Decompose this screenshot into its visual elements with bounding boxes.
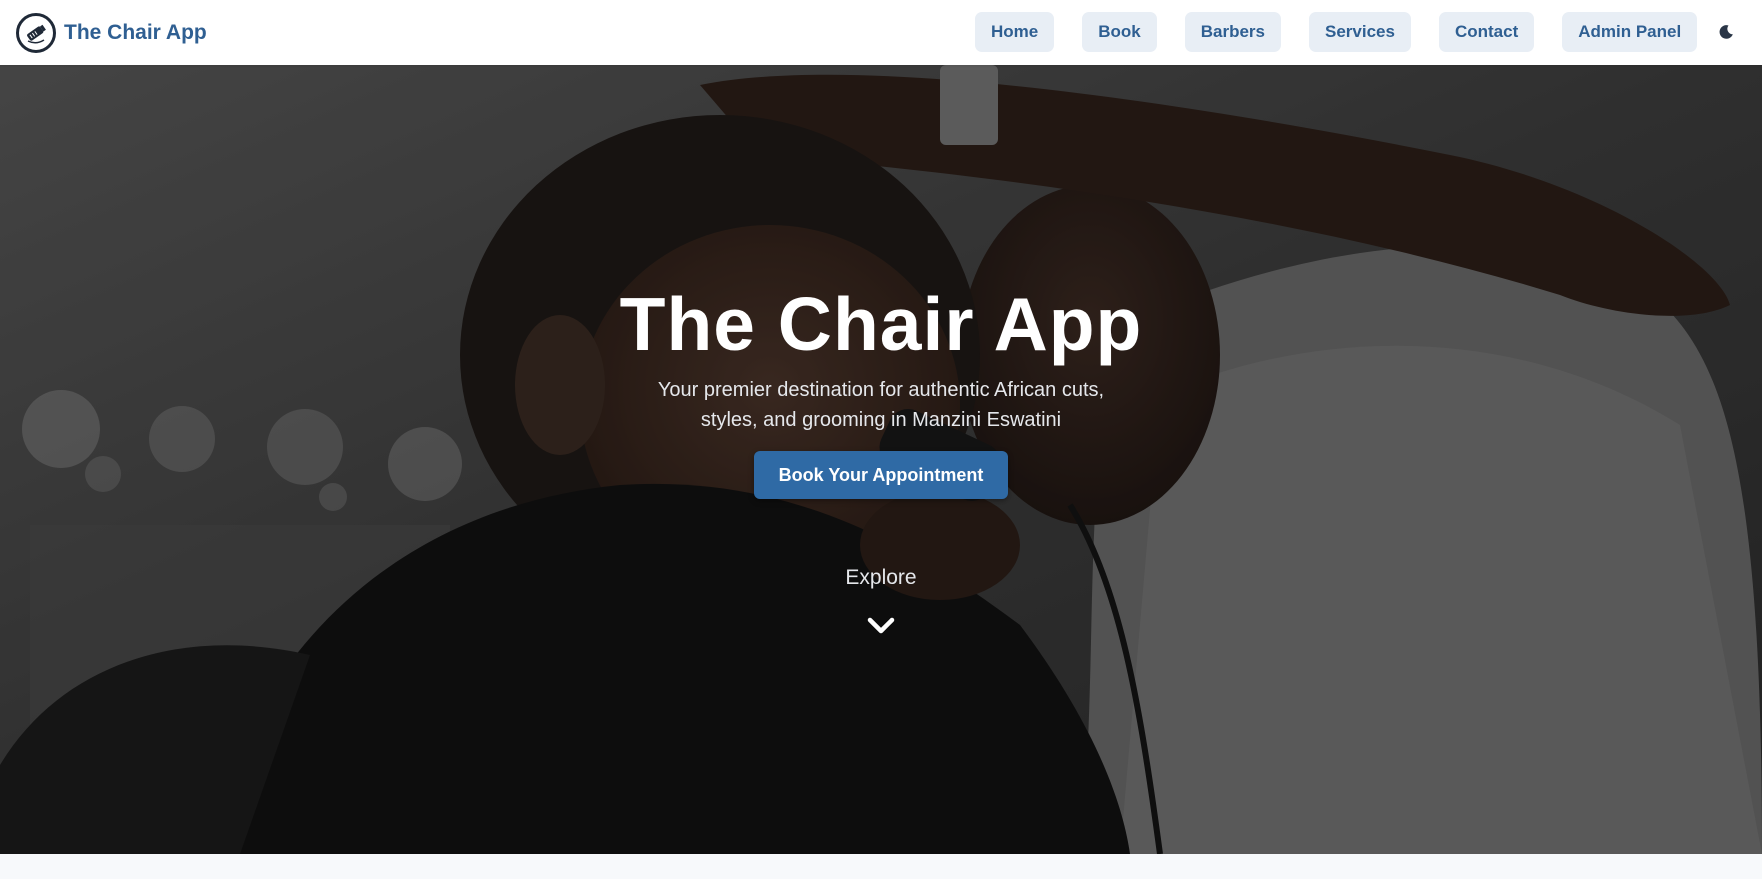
barber-clipper-icon [16, 12, 56, 53]
nav-contact-button[interactable]: Contact [1438, 12, 1535, 52]
hero-section: The Chair App Your premier destination f… [0, 65, 1762, 854]
hero-subtitle: Your premier destination for authentic A… [657, 379, 1105, 431]
top-navbar: The Chair App Home Book Barbers Services… [0, 0, 1762, 65]
nav-services-button[interactable]: Services [1309, 12, 1411, 52]
theme-toggle-button[interactable] [1714, 18, 1738, 46]
nav-home-button[interactable]: Home [975, 12, 1055, 52]
nav-barbers-button[interactable]: Barbers [1184, 12, 1281, 52]
moon-icon [1719, 25, 1733, 39]
nav-admin-panel-button[interactable]: Admin Panel [1562, 12, 1698, 52]
brand-link[interactable]: The Chair App [16, 12, 207, 53]
chevron-down-icon[interactable] [866, 614, 896, 638]
brand-name[interactable]: The Chair App [64, 21, 207, 45]
nav-links: Home Book Barbers Services Contact Admin… [975, 12, 1698, 52]
nav-book-button[interactable]: Book [1082, 12, 1157, 52]
hero-title: The Chair App [619, 282, 1143, 366]
explore-link[interactable]: Explore [0, 566, 1762, 590]
book-appointment-button[interactable]: Book Your Appointment [754, 451, 1008, 499]
